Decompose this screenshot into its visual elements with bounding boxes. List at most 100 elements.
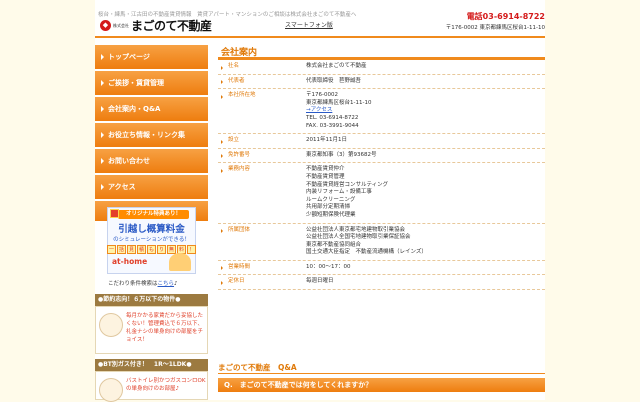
site-logo[interactable]: ◆ 株式会社 まごのて不動産	[100, 17, 212, 34]
side-section-title[interactable]: ●BT別ガス付き！ 1R～1LDK●	[95, 359, 208, 371]
gift-icon	[110, 209, 119, 218]
arrow-right-icon	[221, 94, 223, 99]
arrow-right-icon	[101, 158, 104, 164]
row-value: 代表取締役 苣野誠吾	[306, 78, 545, 86]
row-value-line: FAX. 03-3991-9044	[306, 122, 359, 129]
main-nav: トップページ ご挨拶・賃貸管理 会社案内・Q&A お役立ち情報・リンク集 お問い…	[95, 45, 208, 221]
row-value: 10：00～17：00	[306, 264, 545, 272]
table-row: 業務内容 不動産賃貸仲介 不動産賃貸管理 不動産賃貸経営コンサルティング 内装リ…	[218, 163, 545, 224]
page-title: 会社案内	[221, 48, 258, 58]
nav-item-company[interactable]: 会社案内・Q&A	[95, 97, 208, 121]
side-section-box[interactable]: バストイレ別かつガスコンロOKの単身向けのお部屋♪	[95, 371, 208, 402]
banner-subtext: のシミュレーションができる！	[113, 237, 190, 243]
nav-item-access[interactable]: アクセス	[95, 175, 208, 199]
smartphone-link[interactable]: スマートフォン版	[285, 20, 333, 29]
kodawari-link[interactable]: こちら	[158, 281, 175, 287]
row-key-label: 定休日	[228, 278, 245, 285]
row-value-line: 東京都練馬区桜台1-11-10	[306, 99, 372, 106]
arrow-right-icon	[101, 106, 104, 112]
banner-tag: り	[157, 245, 167, 254]
row-value: 株式会社まごのて不動産	[306, 63, 545, 71]
row-key: 代表者	[218, 78, 306, 86]
kodawari-prefix: こだわり条件検索は	[108, 281, 158, 287]
row-value-line: 代表取締役 苣野誠吾	[306, 77, 362, 84]
arrow-right-icon	[221, 154, 223, 159]
row-value-line: 〒176-0002	[306, 92, 338, 99]
property-thumbnail	[99, 378, 123, 402]
search-conditions-note: こだわり条件検索はこちら♪	[108, 279, 178, 287]
nav-item-label: トップページ	[108, 53, 150, 61]
row-key: 業務内容	[218, 166, 306, 219]
row-key: 営業時間	[218, 264, 306, 272]
nav-item-label: アクセス	[108, 183, 136, 191]
row-value-line: 株式会社まごのて不動産	[306, 63, 367, 69]
side-section-box[interactable]: 毎月かかる家賃だから妥協したくない！管理費込で６万以下、礼金ナシの単身向けの部屋…	[95, 306, 208, 354]
company-info-section: 会社案内 社名 株式会社まごのて不動産 代表者 代表取締役 苣野誠吾 本社所在地…	[218, 45, 545, 291]
banner-tag: も	[147, 245, 157, 254]
banner-tag: 一	[106, 245, 116, 254]
banner-tag: 無	[167, 245, 177, 254]
row-value-line: 公益社団法人全国宅地建物取引業保証協会	[306, 234, 411, 241]
arrow-right-icon	[221, 280, 223, 285]
nav-item-info[interactable]: お役立ち情報・リンク集	[95, 123, 208, 147]
row-value-line: 東京都知事（3）第93682号	[306, 151, 377, 158]
qa-section-title: まごのて不動産 Q&A	[218, 363, 297, 372]
nav-item-contact[interactable]: お問い合わせ	[95, 149, 208, 173]
arrow-right-icon	[221, 266, 223, 271]
nav-item-label: お問い合わせ	[108, 157, 150, 165]
banner-headline: 引越し概算料金	[118, 224, 185, 235]
table-row: 営業時間 10：00～17：00	[218, 261, 545, 276]
row-key: 定休日	[218, 278, 306, 286]
row-key-label: 本社所在地	[228, 92, 256, 99]
row-key-label: 営業時間	[228, 263, 251, 270]
row-value-line: 不動産賃貸仲介	[306, 166, 345, 173]
arrow-right-icon	[221, 80, 223, 85]
arrow-right-icon	[101, 80, 104, 86]
table-row: 代表者 代表取締役 苣野誠吾	[218, 75, 545, 90]
people-illustration-icon	[169, 253, 191, 271]
row-value-line: 2011年11月1日	[306, 137, 347, 144]
row-value: 毎週日曜日	[306, 278, 545, 286]
logo-name: まごのて不動産	[131, 19, 212, 33]
table-row: 設立 2011年11月1日	[218, 134, 545, 149]
arrow-right-icon	[101, 54, 104, 60]
banner-tag: 積	[136, 245, 146, 254]
qa-question[interactable]: Q. まごのて不動産では何をしてくれますか？	[218, 378, 545, 392]
nav-item-top[interactable]: トップページ	[95, 45, 208, 69]
row-key-label: 代表者	[228, 77, 245, 84]
nav-item-greeting[interactable]: ご挨拶・賃貸管理	[95, 71, 208, 95]
row-value-line: TEL. 03-6914-8722	[306, 114, 359, 121]
table-row: 定休日 毎週日曜日	[218, 275, 545, 291]
header-divider	[95, 36, 545, 38]
row-key: 所属団体	[218, 227, 306, 257]
row-key-label: 免許番号	[228, 151, 251, 158]
row-value-line: 毎週日曜日	[306, 278, 334, 285]
side-section-title[interactable]: ●節約志向！６万以下の物件●	[95, 294, 208, 306]
nav-item-label: 会社案内・Q&A	[108, 105, 161, 113]
table-row: 本社所在地 〒176-0002 東京都練馬区桜台1-11-10 →アクセス TE…	[218, 89, 545, 135]
banner-tag: 見	[126, 245, 136, 254]
row-key: 社名	[218, 63, 306, 71]
row-key: 免許番号	[218, 152, 306, 160]
side-section-text: 毎月かかる家賃だから妥協したくない！管理費込で６万以下、礼金ナシの単身向けの部屋…	[126, 313, 204, 343]
side-section-text: バストイレ別かつガスコンロOKの単身向けのお部屋♪	[126, 378, 206, 392]
moving-estimate-banner[interactable]: オリジナル特典あり！ 引越し概算料金 のシミュレーションができる！ 一 括 見 …	[106, 207, 197, 274]
row-key: 設立	[218, 137, 306, 145]
header-address: 〒176-0002 東京都練馬区桜台1-11-10	[445, 25, 545, 31]
arrow-right-icon	[221, 139, 223, 144]
kodawari-suffix: ♪	[174, 281, 178, 287]
row-key: 本社所在地	[218, 92, 306, 130]
logo-prefix: 株式会社	[113, 22, 129, 28]
header-tel[interactable]: 電話03-6914-8722	[467, 11, 545, 22]
row-value: 公益社団法人東京都宅地建物取引業協会 公益社団法人全国宅地建物取引業保証協会 東…	[306, 227, 545, 257]
qa-title-underline	[218, 373, 545, 374]
row-value-line: 不動産賃貸経営コンサルティング	[306, 181, 389, 188]
row-key-label: 所属団体	[228, 226, 251, 233]
arrow-right-icon	[221, 65, 223, 70]
row-value: 2011年11月1日	[306, 137, 545, 145]
arrow-right-icon	[101, 132, 104, 138]
property-thumbnail	[99, 313, 123, 337]
row-value: 不動産賃貸仲介 不動産賃貸管理 不動産賃貸経営コンサルティング 内装リフォーム・…	[306, 166, 545, 219]
row-value-line: 内装リフォーム・設備工事	[306, 189, 372, 196]
access-link[interactable]: →アクセス	[306, 107, 545, 115]
